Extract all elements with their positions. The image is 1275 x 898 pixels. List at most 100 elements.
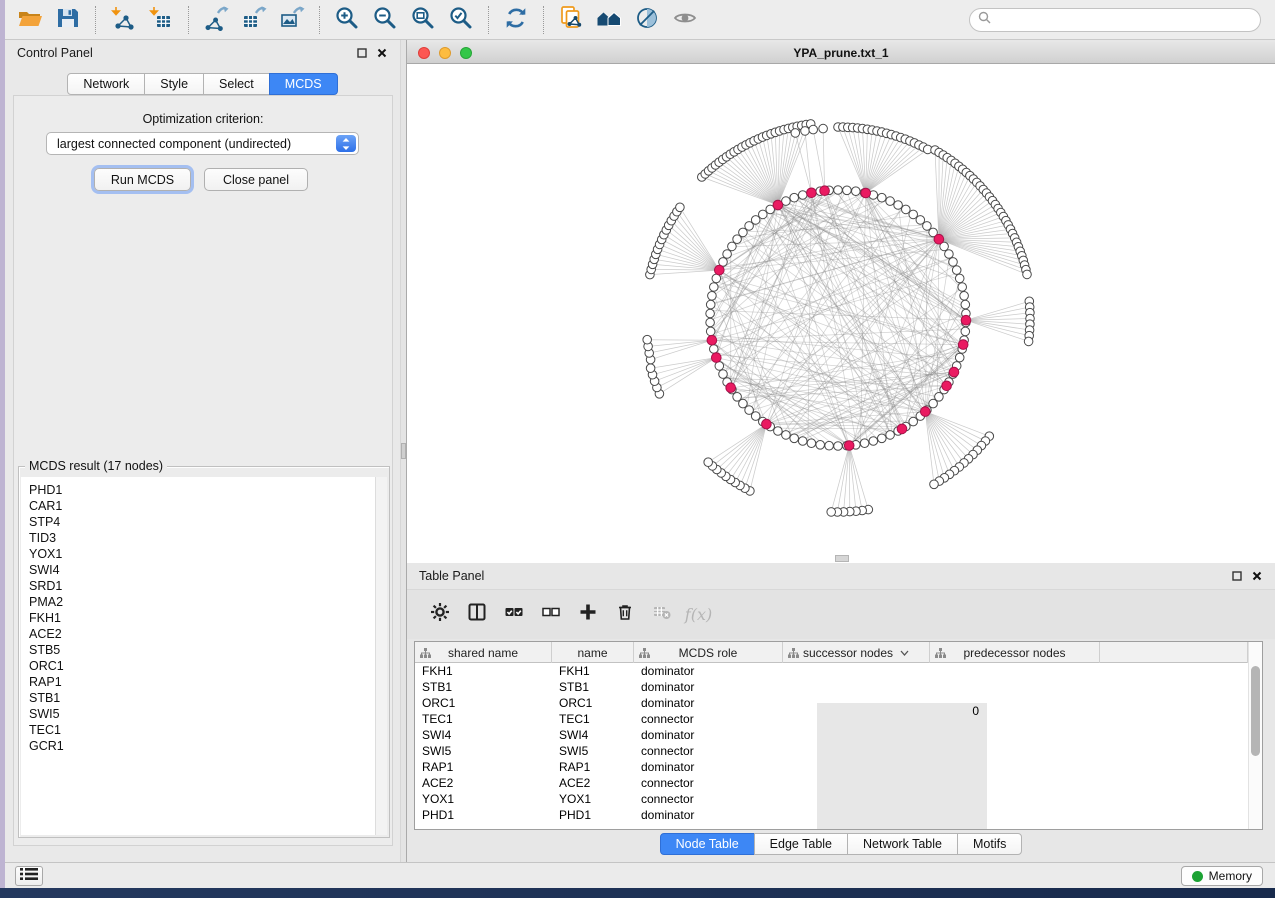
dropdown-stepper-icon bbox=[336, 135, 356, 152]
close-icon[interactable] bbox=[376, 47, 388, 59]
cell-mcds-role: dominator bbox=[634, 807, 783, 823]
table-scrollbar[interactable] bbox=[1248, 642, 1262, 829]
column-header-shared-name[interactable]: shared name bbox=[415, 642, 552, 663]
table-float-icon[interactable] bbox=[1231, 570, 1243, 582]
export-image-button[interactable] bbox=[273, 3, 311, 37]
network-document-button[interactable] bbox=[552, 3, 590, 37]
network-title: YPA_prune.txt_1 bbox=[407, 46, 1275, 60]
network-window: YPA_prune.txt_1 bbox=[407, 42, 1275, 563]
tab-network-table[interactable]: Network Table bbox=[847, 833, 958, 855]
export-table-button[interactable] bbox=[235, 3, 273, 37]
column-header-MCDS-role[interactable]: MCDS role bbox=[634, 642, 783, 663]
control-panel-title: Control Panel bbox=[17, 46, 93, 60]
select-all-button[interactable] bbox=[495, 598, 532, 632]
vertical-splitter[interactable] bbox=[400, 40, 407, 862]
apply-layout-button[interactable] bbox=[497, 3, 535, 37]
memory-button[interactable]: Memory bbox=[1181, 866, 1263, 886]
delete-table-button bbox=[643, 598, 680, 632]
tab-style[interactable]: Style bbox=[144, 73, 204, 95]
zoom-selected-button[interactable] bbox=[442, 3, 480, 37]
table-toolbar: f(x) bbox=[407, 589, 1275, 639]
zoom-in-button[interactable] bbox=[328, 3, 366, 37]
add-column-button[interactable] bbox=[569, 598, 606, 632]
float-panel-icon[interactable] bbox=[356, 47, 368, 59]
result-list-item[interactable]: YOX1 bbox=[29, 546, 375, 562]
run-mcds-button[interactable]: Run MCDS bbox=[94, 168, 191, 191]
result-list-item[interactable]: SWI5 bbox=[29, 706, 375, 722]
export-network-button[interactable] bbox=[197, 3, 235, 37]
right-area: YPA_prune.txt_1 Table Panel f(x) shared … bbox=[407, 40, 1275, 862]
table-row[interactable]: PHD1PHD1dominator180 bbox=[415, 807, 1248, 823]
gear-icon bbox=[430, 602, 450, 627]
cell-shared-name: FKH1 bbox=[415, 663, 552, 679]
delete-column-button[interactable] bbox=[606, 598, 643, 632]
tab-node-table[interactable]: Node Table bbox=[660, 833, 755, 855]
network-canvas[interactable] bbox=[407, 64, 1275, 563]
tab-network[interactable]: Network bbox=[67, 73, 145, 95]
column-header-predecessor-nodes[interactable]: predecessor nodes bbox=[930, 642, 1100, 663]
column-header-name[interactable]: name bbox=[552, 642, 634, 663]
result-list-item[interactable]: SRD1 bbox=[29, 578, 375, 594]
first-neighbors-button[interactable] bbox=[590, 3, 628, 37]
vizmap-button[interactable] bbox=[628, 3, 666, 37]
task-history-button[interactable] bbox=[15, 866, 43, 886]
result-list-item[interactable]: GCR1 bbox=[29, 738, 375, 754]
result-list-item[interactable]: FKH1 bbox=[29, 610, 375, 626]
cell-name: ORC1 bbox=[552, 695, 634, 711]
tab-select[interactable]: Select bbox=[203, 73, 270, 95]
tab-edge-table[interactable]: Edge Table bbox=[754, 833, 848, 855]
optimization-criterion-select[interactable]: largest connected component (undirected) bbox=[46, 132, 359, 155]
splitter-handle[interactable] bbox=[401, 443, 406, 459]
zoom-fit-button[interactable] bbox=[404, 3, 442, 37]
cell-mcds-role: dominator bbox=[634, 695, 783, 711]
save-session-button[interactable] bbox=[49, 3, 87, 37]
sort-chevron-icon[interactable] bbox=[900, 650, 909, 656]
cell-shared-name: PHD1 bbox=[415, 807, 552, 823]
table-close-icon[interactable] bbox=[1251, 570, 1263, 582]
control-panel-tabs: NetworkStyleSelectMCDS bbox=[5, 73, 400, 95]
close-panel-button[interactable]: Close panel bbox=[204, 168, 308, 191]
result-list-item[interactable]: ACE2 bbox=[29, 626, 375, 642]
show-columns-button[interactable] bbox=[458, 598, 495, 632]
zoom-out-button[interactable] bbox=[366, 3, 404, 37]
import-network-button[interactable] bbox=[104, 3, 142, 37]
result-list-item[interactable]: STP4 bbox=[29, 514, 375, 530]
scrollbar-thumb[interactable] bbox=[1251, 666, 1260, 756]
result-list-item[interactable]: CAR1 bbox=[29, 498, 375, 514]
cell-name: FKH1 bbox=[552, 663, 634, 679]
cell-shared-name: ACE2 bbox=[415, 775, 552, 791]
cell-mcds-role: dominator bbox=[634, 727, 783, 743]
show-hide-button[interactable] bbox=[666, 3, 704, 37]
cell-predecessor-nodes: 0 bbox=[817, 703, 987, 829]
column-type-icon bbox=[935, 647, 946, 661]
result-list-item[interactable]: SWI4 bbox=[29, 562, 375, 578]
result-list-item[interactable]: ORC1 bbox=[29, 658, 375, 674]
open-session-button[interactable] bbox=[11, 3, 49, 37]
tab-motifs[interactable]: Motifs bbox=[957, 833, 1022, 855]
result-list-item[interactable]: PMA2 bbox=[29, 594, 375, 610]
cell-mcds-role: dominator bbox=[634, 759, 783, 775]
result-list-item[interactable]: STB1 bbox=[29, 690, 375, 706]
cell-name: PHD1 bbox=[552, 807, 634, 823]
column-header-successor-nodes[interactable]: successor nodes bbox=[783, 642, 930, 663]
table-row[interactable]: FKH1FKH1dominator962 bbox=[415, 663, 1248, 679]
toolbar-separator bbox=[488, 6, 489, 34]
tab-mcds[interactable]: MCDS bbox=[269, 73, 338, 95]
result-list-item[interactable]: TID3 bbox=[29, 530, 375, 546]
result-list-item[interactable]: STB5 bbox=[29, 642, 375, 658]
result-list-item[interactable]: TEC1 bbox=[29, 722, 375, 738]
result-list-item[interactable]: PHD1 bbox=[29, 482, 375, 498]
cell-mcds-role: dominator bbox=[634, 679, 783, 695]
select-all-icon bbox=[504, 602, 524, 627]
vizmap-icon bbox=[634, 5, 660, 36]
table-row[interactable]: STB1STB1dominator620 bbox=[415, 679, 1248, 695]
cell-mcds-role: dominator bbox=[634, 663, 783, 679]
search-input[interactable] bbox=[996, 10, 1260, 30]
deselect-all-button[interactable] bbox=[532, 598, 569, 632]
table-settings-button[interactable] bbox=[421, 598, 458, 632]
result-list-item[interactable]: RAP1 bbox=[29, 674, 375, 690]
result-list-scrollbar[interactable] bbox=[375, 477, 387, 835]
import-table-button[interactable] bbox=[142, 3, 180, 37]
memory-label: Memory bbox=[1209, 869, 1252, 883]
horizontal-splitter-handle[interactable] bbox=[835, 555, 849, 562]
